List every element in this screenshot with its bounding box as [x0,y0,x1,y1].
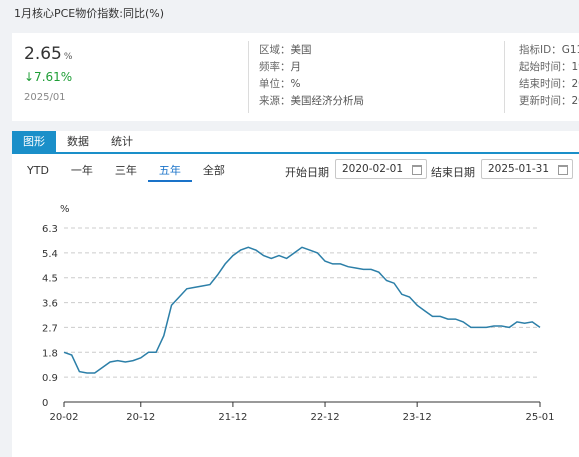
y-axis-unit-label: % [60,204,70,215]
x-tick-label: 22-12 [311,412,340,423]
x-tick-label: 23-12 [403,412,432,423]
y-tick-label: 1.8 [42,348,58,359]
x-tick-label: 21-12 [218,412,247,423]
y-tick-label: 0 [42,398,48,409]
y-tick-label: 4.5 [42,274,58,285]
x-axis: 20-02 20-12 21-12 22-12 23-12 25-01 [49,402,555,423]
y-axis: 0 0.9 1.8 2.7 3.6 4.5 5.4 6.3 [42,224,58,409]
y-tick-label: 3.6 [42,299,58,310]
x-tick-label: 20-12 [126,412,155,423]
x-tick-label: 20-02 [49,412,78,423]
line-chart: % 0 0.9 1.8 2.7 3.6 4.5 5.4 6.3 20-02 20-12 21-12… [42,204,555,423]
y-tick-label: 6.3 [42,224,58,235]
chart-grid [64,227,540,403]
y-tick-label: 0.9 [42,373,58,384]
x-tick-label: 25-01 [525,412,554,423]
series-line [63,246,541,374]
y-tick-label: 2.7 [42,323,58,334]
y-tick-label: 5.4 [42,249,58,260]
